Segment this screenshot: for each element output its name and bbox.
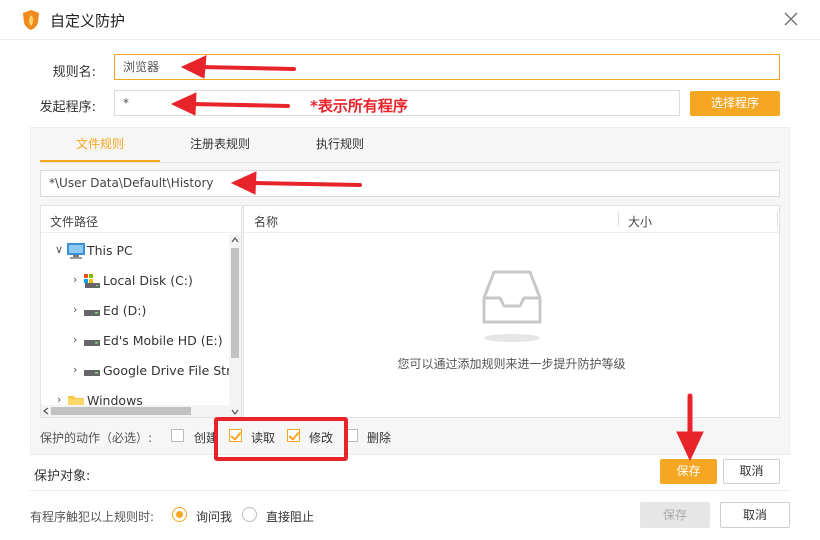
tree-item-label: Local Disk (C:) (103, 273, 193, 288)
protect-target-label: 保护对象: (34, 469, 91, 484)
annotation-text: *表示所有程序 (310, 97, 408, 115)
tab-registry-rules[interactable]: 注册表规则 (160, 136, 280, 162)
rules-list: 名称 大小 您可以通过添加规则来进一步提升防护等级 (243, 205, 780, 418)
column-name-header[interactable]: 名称 (254, 213, 278, 230)
actions-label: 保护的动作（必选）: (40, 431, 153, 445)
save-button[interactable]: 保存 (640, 502, 710, 528)
tree-item-label: Ed (D:) (103, 303, 147, 318)
launcher-label: 发起程序: (39, 100, 96, 115)
drive-icon (84, 310, 100, 316)
rule-name-input[interactable]: 浏览器 (114, 54, 780, 80)
section-divider (30, 490, 790, 491)
folder-tree: 文件路径 ∨ This PC › Local Disk (C:) › Ed (D… (40, 205, 242, 418)
tree-horizontal-scrollbar[interactable] (41, 405, 229, 417)
chevron-right-icon[interactable]: › (73, 333, 77, 346)
create-checkbox[interactable] (171, 429, 184, 442)
scroll-left-icon[interactable] (42, 407, 50, 415)
column-divider (777, 212, 778, 226)
tree-item-local-disk-c[interactable]: › Local Disk (C:) (41, 271, 231, 291)
tree-header: 文件路径 (41, 206, 241, 233)
ask-me-label: 询问我 (196, 510, 233, 524)
drive-icon (84, 370, 100, 376)
empty-message: 您可以通过添加规则来进一步提升防护等级 (397, 357, 626, 371)
tree-item-this-pc[interactable]: ∨ This PC (41, 241, 231, 261)
list-header: 名称 大小 (244, 206, 779, 233)
select-program-button[interactable]: 选择程序 (690, 91, 780, 116)
scroll-up-icon[interactable] (231, 236, 239, 244)
annotation-box (214, 417, 348, 461)
trigger-label: 有程序触犯以上规则时: (30, 510, 155, 524)
tree-item-ed-d[interactable]: › Ed (D:) (41, 301, 231, 321)
tab-file-rules[interactable]: 文件规则 (40, 136, 160, 162)
tree-vertical-scroll-thumb[interactable] (231, 248, 239, 358)
cancel-button[interactable]: 取消 (720, 502, 790, 528)
delete-label: 删除 (367, 431, 392, 445)
tree-item-label: Google Drive File Stre (103, 363, 239, 378)
computer-icon (67, 243, 85, 259)
column-size-header[interactable]: 大小 (628, 213, 652, 230)
empty-inbox-icon (482, 270, 542, 342)
tree-horizontal-scroll-thumb[interactable] (51, 407, 191, 415)
chevron-right-icon[interactable]: › (73, 363, 77, 376)
chevron-right-icon[interactable]: › (73, 273, 77, 286)
launcher-value: * (123, 96, 129, 110)
column-divider (618, 212, 619, 226)
tree-item-mobile-hd-e[interactable]: › Ed's Mobile HD (E:) (41, 331, 231, 351)
tab-execution-rules[interactable]: 执行规则 (280, 136, 400, 162)
block-label: 直接阻止 (266, 510, 315, 524)
drive-icon (84, 340, 100, 346)
scroll-down-icon[interactable] (231, 408, 239, 416)
tree-item-label: This PC (87, 243, 133, 258)
rule-name-value: 浏览器 (123, 60, 160, 74)
ask-me-radio[interactable] (172, 507, 187, 522)
tree-vertical-scrollbar[interactable] (229, 234, 241, 417)
close-icon[interactable] (780, 8, 802, 30)
shield-flame-icon (23, 10, 39, 30)
system-drive-icon (84, 274, 100, 288)
block-radio[interactable] (242, 507, 257, 522)
chevron-right-icon[interactable]: › (73, 303, 77, 316)
tree-item-label: Ed's Mobile HD (E:) (103, 333, 223, 348)
path-value: *\User Data\Default\History (49, 176, 214, 190)
title-bar: 自定义防护 (0, 0, 820, 40)
tree-item-google-drive[interactable]: › Google Drive File Stre (41, 361, 239, 381)
chevron-down-icon[interactable]: ∨ (55, 243, 63, 256)
rule-name-label: 规则名: (52, 65, 96, 80)
inner-save-button[interactable]: 保存 (660, 459, 717, 484)
path-input[interactable]: *\User Data\Default\History (40, 170, 780, 197)
tab-divider (40, 162, 780, 163)
window-title: 自定义防护 (50, 12, 126, 30)
inner-cancel-button[interactable]: 取消 (723, 459, 780, 484)
